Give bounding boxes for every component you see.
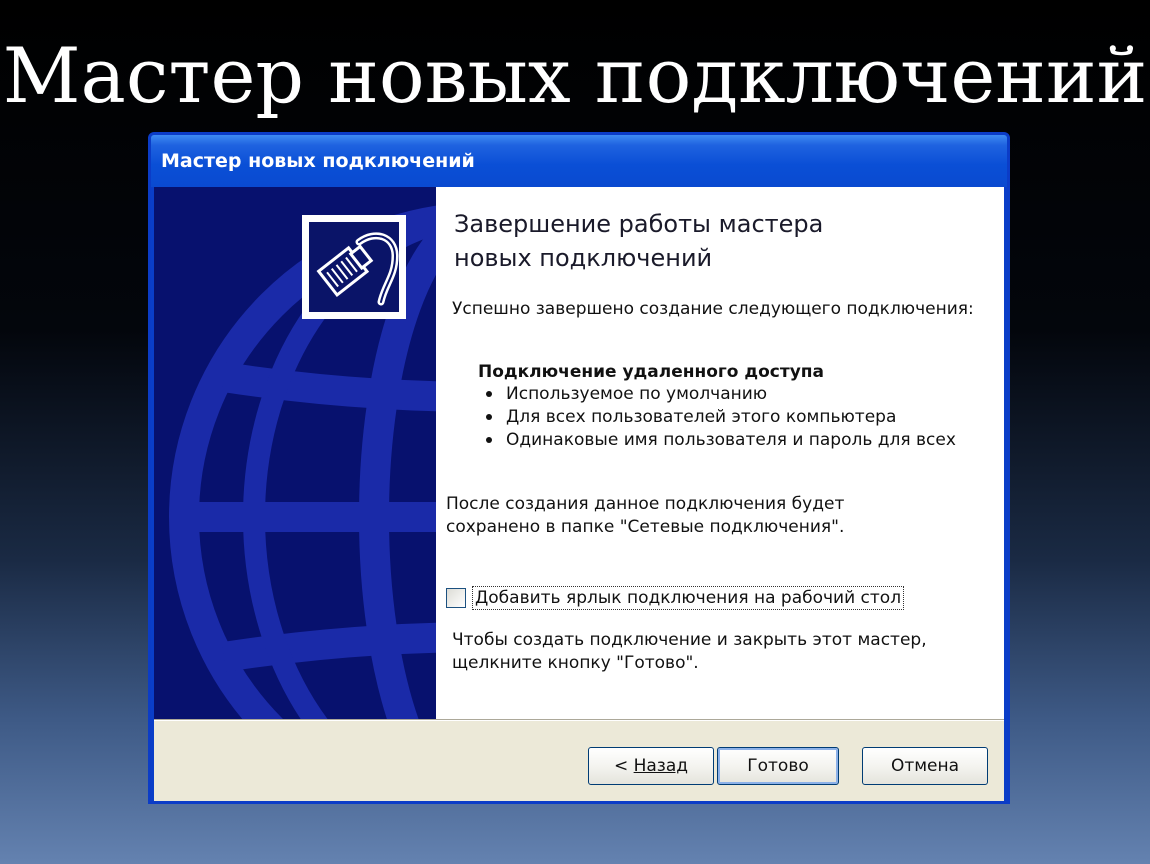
finish-instructions-line2: щелкните кнопку "Готово". bbox=[452, 653, 699, 673]
wizard-window: Мастер новых подключений Завершение рабо… bbox=[148, 132, 1010, 804]
slide-title: Мастер новых подключений bbox=[2, 31, 1148, 120]
intro-text: Успешно завершено создание следующего по… bbox=[452, 299, 974, 319]
save-location-line1: После создания данное подключения будет bbox=[446, 494, 845, 514]
wizard-heading: Завершение работы мастера новых подключе… bbox=[454, 207, 823, 275]
wizard-side-panel bbox=[154, 187, 436, 719]
list-item: Одинаковые имя пользователя и пароль для… bbox=[484, 429, 956, 452]
cancel-button[interactable]: Отмена bbox=[862, 747, 988, 785]
list-item: Для всех пользователей этого компьютера bbox=[484, 406, 956, 429]
shortcut-checkbox-row[interactable]: Добавить ярлык подключения на рабочий ст… bbox=[446, 585, 905, 611]
title-bar[interactable]: Мастер новых подключений bbox=[151, 135, 1007, 187]
wizard-heading-line2: новых подключений bbox=[454, 244, 713, 272]
wizard-content: Завершение работы мастера новых подключе… bbox=[436, 187, 1004, 719]
connection-name: Подключение удаленного доступа bbox=[478, 362, 825, 382]
shortcut-checkbox-label[interactable]: Добавить ярлык подключения на рабочий ст… bbox=[472, 586, 905, 610]
shortcut-checkbox[interactable] bbox=[446, 588, 466, 608]
save-location-line2: сохранено в папке "Сетевые подключения". bbox=[446, 517, 845, 537]
finish-button[interactable]: Готово bbox=[717, 747, 839, 785]
back-button[interactable]: < Назад bbox=[588, 747, 714, 785]
button-separator bbox=[154, 719, 1004, 721]
save-location-text: После создания данное подключения будет … bbox=[446, 493, 844, 539]
wizard-heading-line1: Завершение работы мастера bbox=[454, 210, 824, 238]
back-button-label: Назад bbox=[633, 756, 689, 776]
back-button-prefix: < bbox=[613, 756, 634, 776]
finish-instructions: Чтобы создать подключение и закрыть этот… bbox=[452, 629, 927, 675]
list-item: Используемое по умолчанию bbox=[484, 383, 956, 406]
network-cable-icon bbox=[309, 222, 399, 312]
window-title: Мастер новых подключений bbox=[161, 150, 475, 172]
connection-properties-list: Используемое по умолчанию Для всех польз… bbox=[484, 383, 956, 452]
wizard-client-area: Завершение работы мастера новых подключе… bbox=[154, 187, 1004, 801]
finish-instructions-line1: Чтобы создать подключение и закрыть этот… bbox=[452, 630, 927, 650]
wizard-icon-frame bbox=[302, 215, 406, 319]
